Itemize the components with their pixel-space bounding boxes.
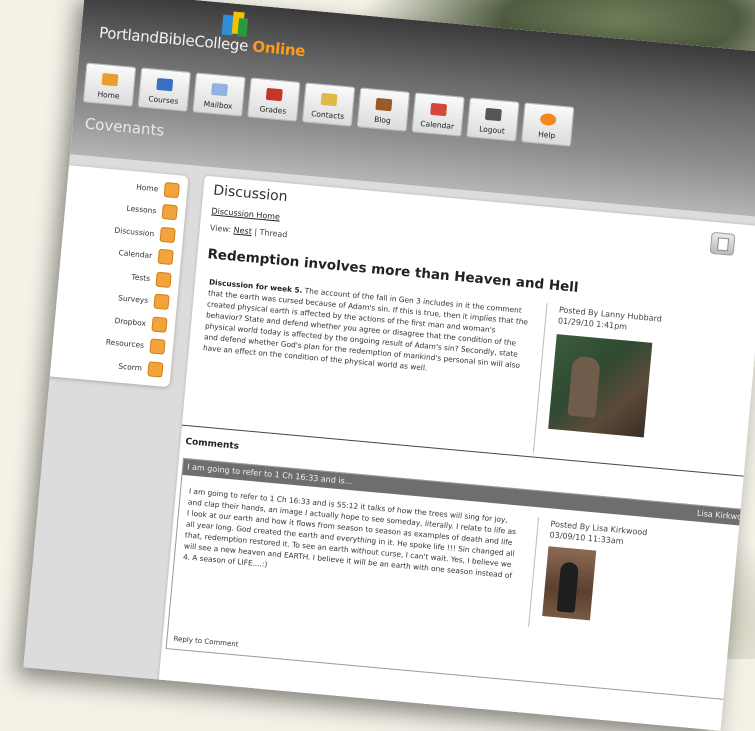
nav-blog-label: Blog: [373, 114, 392, 126]
calendar-icon: [430, 102, 448, 117]
sidebar-item-label: Discussion: [114, 225, 155, 239]
author-photo: [548, 334, 653, 438]
discussion-home-link[interactable]: Discussion Home: [211, 206, 280, 221]
print-icon: [717, 237, 730, 252]
nav-mailbox[interactable]: Mailbox: [192, 72, 246, 117]
nav-logout[interactable]: Logout: [466, 97, 520, 142]
nav-home-label: Home: [97, 89, 121, 101]
print-button[interactable]: [709, 231, 736, 256]
sidebar-item-label: Calendar: [118, 248, 153, 261]
sidebar-item-label: Lessons: [126, 203, 157, 216]
post-text: The account of the fall in Gen 3 include…: [202, 286, 529, 373]
nav-calendar-label: Calendar: [420, 118, 455, 131]
nav-grades[interactable]: Grades: [247, 77, 301, 122]
nav-grades-label: Grades: [259, 104, 287, 116]
lessons-icon: [161, 204, 178, 221]
nav-contacts-label: Contacts: [310, 109, 345, 121]
comment-subject: I am going to refer to 1 Ch 16:33 and is…: [186, 462, 353, 487]
sidebar-item-label: Surveys: [117, 293, 149, 306]
sidebar-item-label: Home: [135, 182, 159, 194]
brand-accent: Online: [251, 37, 306, 61]
author-figure: [567, 355, 601, 419]
logout-icon: [484, 107, 502, 122]
nav-calendar[interactable]: Calendar: [411, 92, 465, 137]
comment-meta: Posted By Lisa Kirkwood 03/09/10 11:33am: [528, 517, 691, 641]
sidebar-item-label: Tests: [131, 272, 151, 283]
nav-logout-label: Logout: [478, 124, 506, 136]
nav-home[interactable]: Home: [82, 62, 137, 107]
page-title: Discussion: [212, 182, 289, 206]
course-title: Covenants: [84, 114, 166, 140]
gradebook-icon: [265, 87, 283, 102]
discussion-panel: Discussion Discussion Home View: Nest | …: [158, 175, 755, 731]
nav-blog[interactable]: Blog: [356, 87, 411, 132]
scorm-icon: [147, 361, 164, 378]
nav-mailbox-label: Mailbox: [203, 99, 233, 111]
commenter-photo: [542, 546, 597, 621]
reply-to-comment-link[interactable]: Reply to Comment: [173, 635, 239, 649]
app-window: PortlandBibleCollege Online Home Courses…: [23, 0, 755, 731]
nav-contacts[interactable]: Contacts: [301, 82, 356, 127]
nav-courses[interactable]: Courses: [137, 67, 192, 112]
house-icon: [163, 181, 180, 199]
contacts-icon: [320, 92, 338, 107]
comments-heading: Comments: [184, 436, 240, 452]
envelope-icon: [211, 82, 229, 97]
books-icon: [156, 77, 174, 92]
resources-icon: [149, 338, 166, 355]
nav-courses-label: Courses: [147, 94, 179, 106]
commenter-figure: [556, 561, 580, 613]
calendar-icon: [157, 249, 174, 266]
nav-help-label: Help: [537, 129, 556, 141]
view-mode-row: View: Nest | Thread: [210, 223, 288, 239]
view-thread-link[interactable]: Thread: [259, 228, 288, 239]
discussion-icon: [159, 226, 176, 243]
post-meta: Posted By Lanny Hubbard 01/29/10 1:41pm: [532, 303, 699, 467]
comment: I am going to refer to 1 Ch 16:33 and is…: [165, 457, 755, 702]
view-separator: |: [253, 227, 258, 237]
brand-title: PortlandBibleCollege Online: [98, 23, 305, 60]
post-body: Discussion for week 5. The account of th…: [203, 276, 534, 382]
sidebar-item-label: Dropbox: [114, 315, 147, 328]
blog-icon: [375, 97, 393, 112]
view-label: View:: [209, 223, 232, 235]
comment-body: I am going to refer to 1 Ch 16:33 and is…: [182, 486, 517, 581]
help-icon: [539, 112, 557, 127]
tests-icon: [155, 271, 172, 288]
house-icon: [101, 72, 119, 87]
surveys-icon: [153, 293, 170, 311]
view-nest-link[interactable]: Nest: [233, 225, 252, 236]
sidebar-item-label: Resources: [105, 337, 145, 351]
dropbox-icon: [151, 316, 168, 333]
nav-help[interactable]: Help: [521, 102, 575, 147]
sidebar-item-label: Scorm: [117, 361, 143, 373]
